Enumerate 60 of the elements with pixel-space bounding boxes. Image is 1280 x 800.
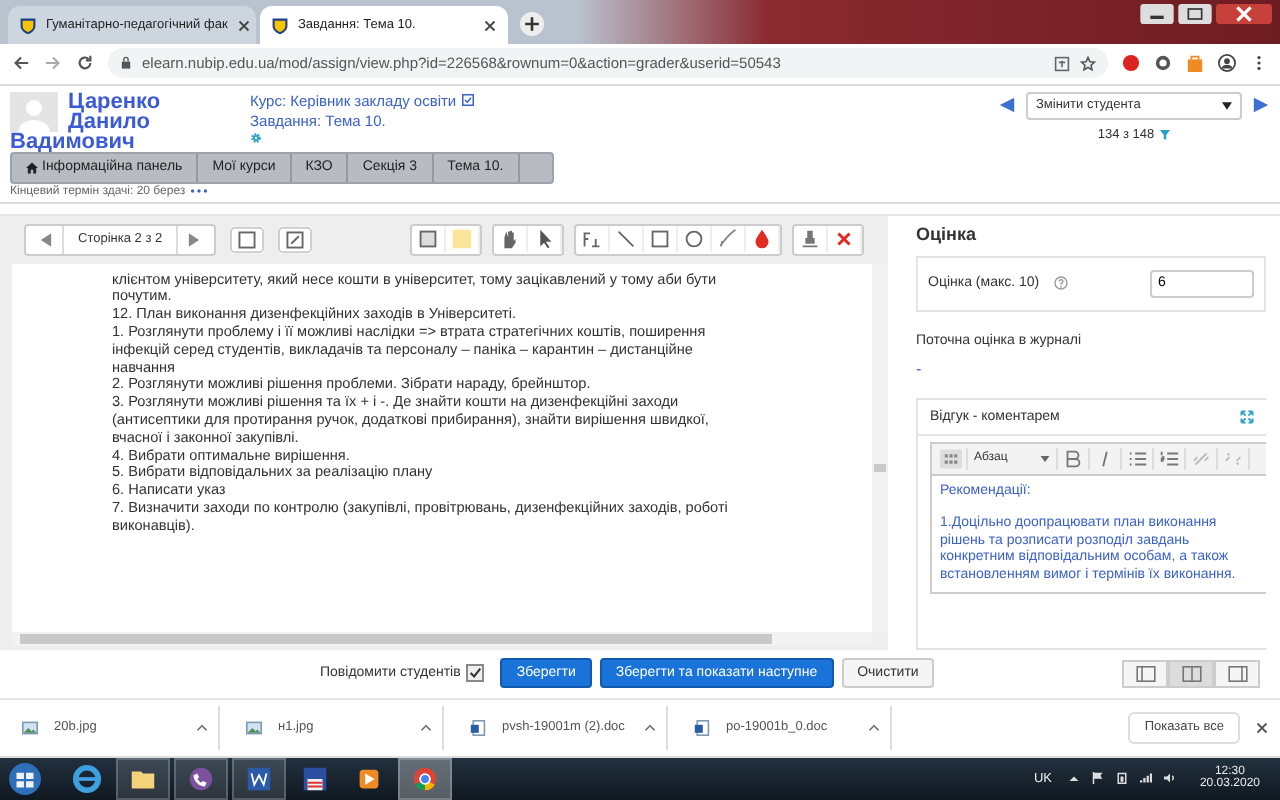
close-icon[interactable] (1216, 4, 1272, 24)
caret-icon[interactable] (1067, 772, 1080, 785)
previous-student-icon[interactable] (998, 96, 1016, 115)
student-name[interactable]: Царенко Данило Вадимович (10, 91, 170, 152)
help-icon[interactable] (1053, 276, 1068, 291)
word-document-icon[interactable] (232, 757, 286, 800)
caret-icon (868, 723, 880, 732)
image-file-icon (22, 719, 38, 736)
start-orb-icon[interactable] (8, 761, 42, 796)
account-icon[interactable] (1218, 54, 1236, 73)
grid-icon[interactable] (936, 447, 968, 470)
image-file-icon (246, 719, 262, 736)
close-icon[interactable] (484, 19, 496, 32)
close-icon[interactable] (1256, 721, 1268, 734)
circle-icon[interactable] (1154, 54, 1172, 73)
dropdown-caret-icon (1222, 101, 1232, 110)
filter-icon[interactable] (1160, 129, 1171, 140)
caret-icon (420, 723, 432, 732)
avatar-icon (10, 91, 58, 132)
layout-mode-button[interactable] (1168, 659, 1214, 688)
layout-mode-button[interactable] (1214, 659, 1260, 688)
vertical-scrollbar[interactable] (872, 263, 888, 632)
layout-icon (1227, 665, 1247, 682)
next-student-icon[interactable] (1252, 96, 1270, 115)
folder-icon[interactable] (116, 757, 170, 800)
grade-heading: Оцінка (916, 223, 978, 244)
caret-icon (196, 723, 208, 732)
document-file-icon (470, 719, 486, 736)
layout-icon (1181, 665, 1201, 682)
lock-icon (120, 56, 132, 71)
notify-checkbox[interactable] (466, 664, 485, 683)
layout-mode-button[interactable] (1122, 659, 1168, 688)
dropdown-caret-icon (1039, 455, 1050, 462)
chrome-icon[interactable] (398, 757, 452, 800)
expand-icon[interactable] (278, 225, 313, 254)
more-icon[interactable] (189, 188, 208, 195)
flag-icon[interactable] (1091, 772, 1104, 785)
document-file-icon (694, 719, 710, 736)
current-grade-value: - (916, 359, 924, 378)
new-tab-icon[interactable] (520, 12, 544, 37)
reload-icon[interactable] (76, 54, 94, 73)
close-icon[interactable] (237, 19, 250, 32)
caret-icon (644, 723, 656, 732)
battery-icon[interactable] (1115, 772, 1128, 785)
stop-sign-icon[interactable] (1122, 54, 1140, 73)
minimize-icon[interactable] (1140, 4, 1174, 24)
checkbox-icon (462, 94, 475, 107)
fullscreen-icon[interactable] (1240, 409, 1254, 424)
star-icon[interactable] (1080, 55, 1096, 72)
home-icon (26, 161, 38, 174)
speaker-icon[interactable] (1163, 772, 1176, 785)
phone-bubble-icon[interactable] (174, 757, 228, 800)
shield-icon (20, 17, 36, 34)
back-icon[interactable] (12, 54, 30, 73)
shield-icon (272, 17, 288, 34)
signal-icon[interactable] (1139, 772, 1152, 785)
translate-icon[interactable] (1054, 55, 1070, 72)
layout-icon (1135, 665, 1155, 682)
settings-icon[interactable] (250, 131, 262, 144)
maximize-icon[interactable] (1178, 4, 1212, 24)
